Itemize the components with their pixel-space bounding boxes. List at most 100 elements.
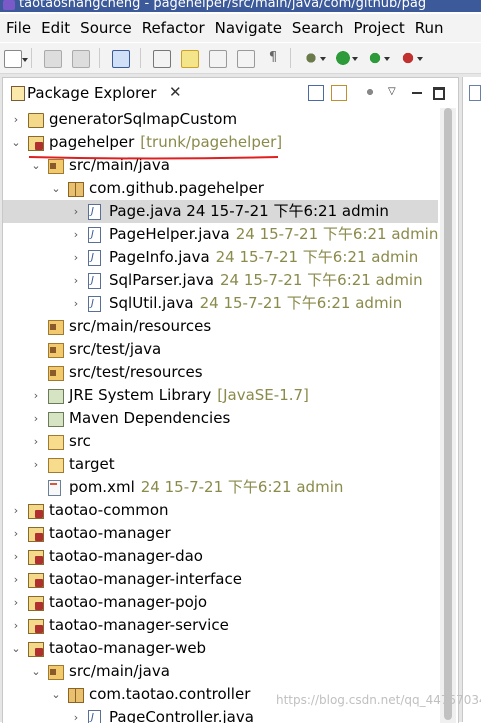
tree-item[interactable]: › taotao-manager-interface xyxy=(3,568,438,591)
whitespace-icon[interactable] xyxy=(236,50,255,68)
view-title[interactable]: Package Explorer xyxy=(27,84,156,102)
tree-item-label: SqlUtil.java 24 15-7-21 下午6:21 admin xyxy=(109,292,402,315)
block-selection-icon[interactable] xyxy=(208,50,227,68)
java-icon xyxy=(88,223,101,246)
menu-search[interactable]: Search xyxy=(286,14,348,37)
expand-arrow-icon[interactable]: › xyxy=(71,292,81,315)
collapse-arrow-icon[interactable]: ⌄ xyxy=(11,131,21,154)
expand-arrow-icon[interactable]: › xyxy=(11,591,21,614)
toolbar-separator xyxy=(139,48,141,68)
java-icon xyxy=(88,200,101,223)
expand-arrow-icon[interactable]: › xyxy=(71,706,81,723)
tree-item[interactable]: › taotao-common xyxy=(3,499,438,522)
tree-item[interactable]: ⌄ com.github.pagehelper xyxy=(3,177,438,200)
tree-item-label: generatorSqlmapCustom xyxy=(49,108,237,131)
watermark: https://blog.csdn.net/qq_44757034 xyxy=(276,693,481,707)
tree-item[interactable]: ⌄ pagehelper [trunk/pagehelper] xyxy=(3,131,438,154)
collapse-arrow-icon[interactable]: ⌄ xyxy=(31,660,41,683)
menu-project[interactable]: Project xyxy=(347,14,408,37)
expand-arrow-icon[interactable]: › xyxy=(11,614,21,637)
expand-arrow-icon[interactable]: › xyxy=(71,223,81,246)
run-external-icon[interactable] xyxy=(367,50,391,66)
tree-item[interactable]: › src xyxy=(3,430,438,453)
expand-arrow-icon[interactable]: › xyxy=(71,200,81,223)
tree-item[interactable]: › generatorSqlmapCustom xyxy=(3,108,438,131)
save-all-icon[interactable] xyxy=(72,50,91,68)
expand-arrow-icon[interactable]: › xyxy=(71,246,81,269)
vertical-scrollbar[interactable] xyxy=(440,108,456,723)
tree-item[interactable]: ⌄ src/main/java xyxy=(3,660,438,683)
tree-item[interactable]: › PageHelper.java 24 15-7-21 下午6:21 admin xyxy=(3,223,438,246)
tree-item[interactable]: › Page.java 24 15-7-21 下午6:21 admin xyxy=(3,200,438,223)
java-icon xyxy=(88,706,101,723)
tree-item-label: src/main/java xyxy=(69,660,170,683)
editor-tab-icon[interactable] xyxy=(469,85,481,101)
tree-item[interactable]: pom.xml 24 15-7-21 下午6:21 admin xyxy=(3,476,438,499)
tree-item[interactable]: › JRE System Library [JavaSE-1.7] xyxy=(3,384,438,407)
expand-arrow-icon[interactable]: › xyxy=(11,545,21,568)
expand-arrow-icon[interactable]: › xyxy=(11,499,21,522)
new-icon[interactable] xyxy=(4,50,28,68)
tree-item-label: pom.xml 24 15-7-21 下午6:21 admin xyxy=(69,476,343,499)
tree-item-name: com.taotao.controller xyxy=(89,685,251,703)
tree-item-name: PageInfo.java xyxy=(109,248,210,266)
menu-navigate[interactable]: Navigate xyxy=(209,14,286,37)
lib-icon xyxy=(48,412,64,427)
srcfolder-icon xyxy=(48,159,64,174)
console-icon[interactable] xyxy=(112,50,131,68)
tree-item[interactable]: ⌄ taotao-manager-web xyxy=(3,637,438,660)
expand-arrow-icon[interactable]: › xyxy=(71,269,81,292)
tree-item-label: PageHelper.java 24 15-7-21 下午6:21 admin xyxy=(109,223,438,246)
menu-file[interactable]: File xyxy=(0,14,35,37)
focus-on-task-icon[interactable] xyxy=(363,85,377,99)
menu-run[interactable]: Run xyxy=(409,14,448,37)
tree-item[interactable]: › PageInfo.java 24 15-7-21 下午6:21 admin xyxy=(3,246,438,269)
save-icon[interactable] xyxy=(44,50,63,68)
tree-item-label: taotao-manager-interface xyxy=(49,568,242,591)
tree-item[interactable]: › SqlParser.java 24 15-7-21 下午6:21 admin xyxy=(3,269,438,292)
expand-arrow-icon[interactable]: › xyxy=(11,568,21,591)
expand-arrow-icon[interactable]: › xyxy=(11,108,21,131)
menu-refactor[interactable]: Refactor xyxy=(136,14,209,37)
tree-item[interactable]: src/main/resources xyxy=(3,315,438,338)
tree-item[interactable]: › taotao-manager xyxy=(3,522,438,545)
mark-occurrences-icon[interactable] xyxy=(180,50,199,68)
tree-item[interactable]: › Maven Dependencies xyxy=(3,407,438,430)
collapse-arrow-icon[interactable]: ⌄ xyxy=(51,683,61,706)
mavenproj-icon xyxy=(28,550,44,565)
tree-item-label: JRE System Library [JavaSE-1.7] xyxy=(69,384,309,407)
scrollbar-thumb[interactable] xyxy=(444,108,452,720)
collapse-all-icon[interactable] xyxy=(308,85,324,101)
tree-item[interactable]: src/test/resources xyxy=(3,361,438,384)
minimize-view-icon[interactable] xyxy=(410,85,424,99)
toggle-breakpoint-icon[interactable] xyxy=(152,50,171,68)
tree-item-label: com.taotao.controller xyxy=(89,683,250,706)
maximize-view-icon[interactable] xyxy=(431,85,445,100)
tree-item[interactable]: › SqlUtil.java 24 15-7-21 下午6:21 admin xyxy=(3,292,438,315)
collapse-arrow-icon[interactable]: ⌄ xyxy=(11,637,21,660)
expand-arrow-icon[interactable]: › xyxy=(11,522,21,545)
menu-edit[interactable]: Edit xyxy=(35,14,74,37)
tree-item-decoration: [trunk/pagehelper] xyxy=(140,133,283,151)
tree-item[interactable]: › taotao-manager-service xyxy=(3,614,438,637)
expand-arrow-icon[interactable]: › xyxy=(31,453,41,476)
editor-area-edge xyxy=(462,77,481,722)
collapse-arrow-icon[interactable]: ⌄ xyxy=(51,177,61,200)
tree-item[interactable]: src/test/java xyxy=(3,338,438,361)
tree-item[interactable]: › target xyxy=(3,453,438,476)
tree-item[interactable]: › PageController.java xyxy=(3,706,438,723)
menu-source[interactable]: Source xyxy=(74,14,136,37)
pilcrow-icon[interactable]: ¶ xyxy=(265,50,281,66)
external-tools-icon[interactable] xyxy=(399,50,423,66)
view-menu-icon[interactable]: ▽ xyxy=(388,85,402,99)
close-view-icon[interactable]: ✕ xyxy=(169,83,182,101)
run-icon[interactable] xyxy=(335,50,359,66)
eclipse-app-icon xyxy=(3,0,15,10)
expand-arrow-icon[interactable]: › xyxy=(31,407,41,430)
expand-arrow-icon[interactable]: › xyxy=(31,384,41,407)
tree-item[interactable]: › taotao-manager-dao xyxy=(3,545,438,568)
expand-arrow-icon[interactable]: › xyxy=(31,430,41,453)
tree-item[interactable]: › taotao-manager-pojo xyxy=(3,591,438,614)
link-with-editor-icon[interactable] xyxy=(331,85,347,101)
debug-icon[interactable] xyxy=(303,50,327,66)
